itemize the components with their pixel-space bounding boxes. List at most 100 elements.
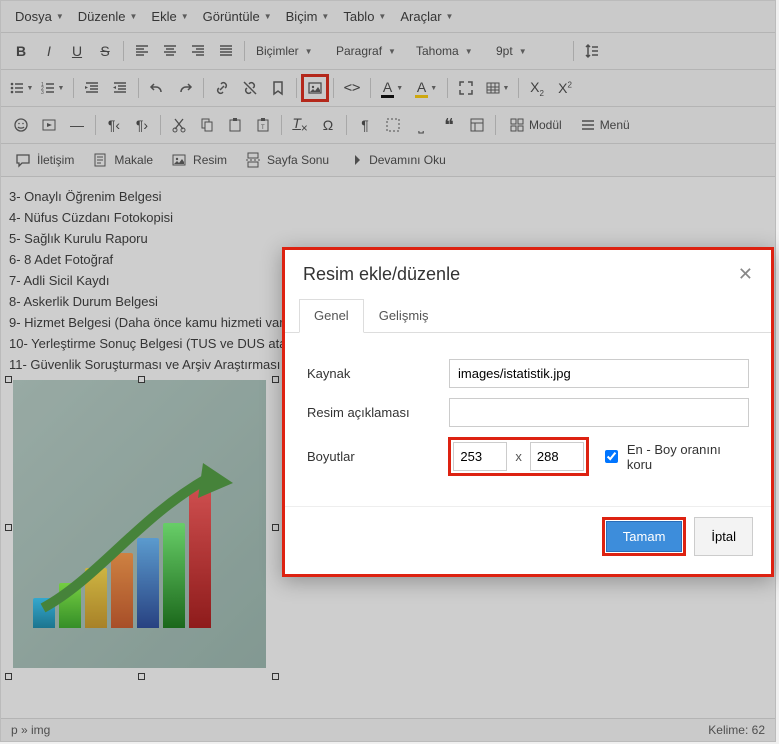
removeformat-button[interactable]: T× (286, 111, 314, 139)
resize-handle[interactable] (138, 376, 145, 383)
charmap-button[interactable]: Ω (314, 111, 342, 139)
template-button[interactable] (463, 111, 491, 139)
pastetext-button[interactable]: T (249, 111, 277, 139)
formats-select[interactable]: Biçimler ▼ (249, 38, 329, 64)
makale-button[interactable]: Makale (84, 148, 161, 172)
menu-format[interactable]: Biçim▼ (280, 5, 336, 28)
keep-ratio-label[interactable]: En - Boy oranını koru (601, 442, 749, 472)
iletisim-button[interactable]: İletişim (7, 148, 82, 172)
width-input[interactable] (453, 442, 507, 471)
anchor-button[interactable] (264, 74, 292, 102)
bullet-list-button[interactable]: ▼ (7, 74, 35, 102)
selected-image[interactable] (9, 380, 275, 676)
menu-edit-label: Düzenle (78, 9, 126, 24)
close-button[interactable]: ✕ (738, 264, 753, 285)
copy-button[interactable] (193, 111, 221, 139)
caret-icon: ▼ (503, 85, 510, 92)
source-code-button[interactable]: <> (338, 74, 366, 102)
fontfamily-select[interactable]: Tahoma▼ (409, 38, 489, 64)
menu-insert[interactable]: Ekle▼ (145, 5, 194, 28)
rtl-button[interactable]: ¶› (128, 111, 156, 139)
separator (138, 78, 139, 98)
align-left-button[interactable] (128, 37, 156, 65)
readmore-icon (347, 152, 363, 168)
menu-file[interactable]: Dosya▼ (9, 5, 70, 28)
resize-handle[interactable] (272, 376, 279, 383)
word-count: Kelime: 62 (708, 723, 765, 737)
form-row-source: Kaynak (307, 359, 749, 388)
align-justify-button[interactable] (212, 37, 240, 65)
menu-format-label: Biçim (286, 9, 318, 24)
menu-icon (580, 117, 596, 133)
media-button[interactable] (35, 111, 63, 139)
paragraph-select[interactable]: Paragraf▼ (329, 38, 409, 64)
blockquote-button[interactable]: ❝ (435, 111, 463, 139)
ltr-button[interactable]: ¶‹ (100, 111, 128, 139)
keep-ratio-checkbox[interactable] (605, 450, 618, 463)
visualblocks-button[interactable] (379, 111, 407, 139)
paste-button[interactable] (221, 111, 249, 139)
removeformat-icon: T× (292, 115, 307, 135)
forecolor-button[interactable]: A▼ (375, 74, 409, 102)
devaminioku-button[interactable]: Devamını Oku (339, 148, 454, 172)
separator (296, 78, 297, 98)
outdent-button[interactable] (78, 74, 106, 102)
link-button[interactable] (208, 74, 236, 102)
cancel-button[interactable]: İptal (694, 517, 753, 556)
table-button[interactable]: ▼ (480, 74, 514, 102)
lineheight-button[interactable] (578, 37, 606, 65)
indent-button[interactable] (106, 74, 134, 102)
caret-icon: ▼ (305, 47, 313, 56)
menu-table[interactable]: Tablo▼ (337, 5, 392, 28)
cut-button[interactable] (165, 111, 193, 139)
module-button[interactable]: Modül (500, 111, 571, 139)
menu-tools[interactable]: Araçlar▼ (394, 5, 459, 28)
backcolor-button[interactable]: A▼ (409, 74, 443, 102)
resize-handle[interactable] (272, 673, 279, 680)
menu-view[interactable]: Görüntüle▼ (197, 5, 278, 28)
separator (518, 78, 519, 98)
form-row-desc: Resim açıklaması (307, 398, 749, 427)
source-input[interactable] (449, 359, 749, 388)
fullscreen-button[interactable] (452, 74, 480, 102)
smiley-button[interactable] (7, 111, 35, 139)
desc-input[interactable] (449, 398, 749, 427)
module-icon (509, 117, 525, 133)
hr-button[interactable]: — (63, 111, 91, 139)
align-right-button[interactable] (184, 37, 212, 65)
formats-label: Biçimler (256, 44, 299, 58)
ok-button[interactable]: Tamam (606, 521, 683, 552)
nonbreaking-button[interactable]: ⎵ (407, 111, 435, 139)
underline-button[interactable]: U (63, 37, 91, 65)
tab-advanced[interactable]: Gelişmiş (364, 299, 444, 332)
numbered-list-button[interactable]: 123▼ (35, 74, 69, 102)
italic-button[interactable]: I (35, 37, 63, 65)
sayfasonu-button[interactable]: Sayfa Sonu (237, 148, 337, 172)
insert-image-button[interactable] (301, 74, 329, 102)
caret-icon: ▼ (465, 47, 473, 56)
resize-handle[interactable] (272, 524, 279, 531)
fontsize-select[interactable]: 9pt▼ (489, 38, 569, 64)
resize-handle[interactable] (5, 673, 12, 680)
align-center-button[interactable] (156, 37, 184, 65)
superscript-button[interactable]: X2 (551, 74, 579, 102)
menu-button[interactable]: Menü (571, 111, 639, 139)
resize-handle[interactable] (5, 376, 12, 383)
undo-button[interactable] (143, 74, 171, 102)
resim-button[interactable]: Resim (163, 148, 235, 172)
bold-button[interactable]: B (7, 37, 35, 65)
height-input[interactable] (530, 442, 584, 471)
separator (95, 115, 96, 135)
menu-edit[interactable]: Düzenle▼ (72, 5, 144, 28)
strikethrough-button[interactable]: S (91, 37, 119, 65)
redo-button[interactable] (171, 74, 199, 102)
article-icon (92, 152, 108, 168)
unlink-button[interactable] (236, 74, 264, 102)
element-path[interactable]: p » img (11, 723, 50, 737)
subscript-button[interactable]: X2 (523, 74, 551, 102)
visualchars-button[interactable]: ¶ (351, 111, 379, 139)
resize-handle[interactable] (138, 673, 145, 680)
image-placeholder (13, 380, 266, 668)
tab-general[interactable]: Genel (299, 299, 364, 333)
resize-handle[interactable] (5, 524, 12, 531)
